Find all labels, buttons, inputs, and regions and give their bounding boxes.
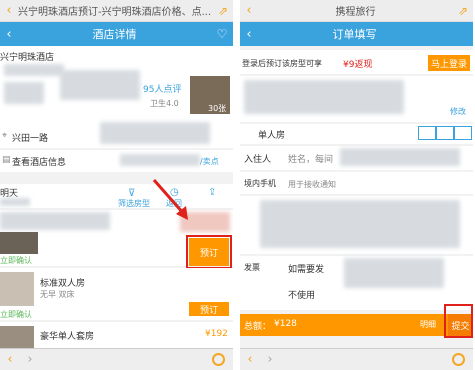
invoice-need: 如需要发 bbox=[288, 265, 325, 275]
invoice-none[interactable]: 不使用 bbox=[288, 288, 315, 301]
instant-confirm-tag: 立即确认 bbox=[0, 256, 32, 265]
browser-forward-icon[interactable]: › bbox=[260, 352, 280, 367]
room-count-field[interactable] bbox=[454, 126, 472, 140]
external-link-icon[interactable]: ⇗ bbox=[453, 4, 473, 18]
hotel-name: 兴宁明珠酒店 bbox=[0, 53, 55, 63]
price-detail-link[interactable]: 明细 bbox=[420, 319, 436, 330]
guest-label: 入住人 bbox=[244, 155, 272, 165]
refresh-icon[interactable] bbox=[212, 353, 225, 366]
blurred-guest bbox=[340, 148, 460, 166]
hotel-detail-screen: ‹ 兴宁明珠酒店预订-兴宁明珠酒店价格、点... ⇗ ‹ 酒店详情 ♡ 兴宁明珠… bbox=[0, 0, 233, 370]
total-label: 总额： bbox=[244, 322, 272, 332]
browser-back-icon[interactable]: ‹ bbox=[0, 352, 20, 367]
room3-name: 豪华单人套房 bbox=[40, 332, 95, 342]
nav-back-icon[interactable]: ‹ bbox=[240, 27, 258, 42]
login-button[interactable]: 马上登录 bbox=[428, 55, 470, 71]
share-icon[interactable]: ⇪ bbox=[208, 187, 216, 198]
highlight-box bbox=[444, 304, 473, 338]
room-name: 单人房 bbox=[258, 131, 286, 141]
instant-confirm-tag-2: 立即确认 bbox=[0, 310, 32, 319]
room2-name: 标准双人房 bbox=[40, 279, 86, 289]
room2-detail: 无早 双床 bbox=[40, 290, 75, 299]
guest-input[interactable]: 姓名，每间 bbox=[288, 152, 333, 165]
order-form-screen: ‹ 携程旅行 ⇗ ‹ 订单填写 登录后预订该房型可享 ¥9返现 马上登录 修改 … bbox=[240, 0, 473, 370]
browser-forward-icon[interactable]: › bbox=[20, 352, 40, 367]
phone-label: 境内手机 bbox=[244, 179, 276, 188]
page-title: 携程旅行 bbox=[335, 7, 376, 18]
decrease-rooms-button[interactable] bbox=[418, 126, 436, 140]
blurred-text bbox=[4, 82, 44, 104]
facilities-link[interactable]: /卖点 bbox=[200, 156, 219, 167]
book-button-2[interactable]: 预订 bbox=[189, 302, 229, 316]
login-promo-amount: ¥9返现 bbox=[343, 60, 373, 70]
blurred-date bbox=[0, 198, 30, 206]
blurred-map bbox=[100, 122, 210, 144]
hotel-nav-bar: ‹ 酒店详情 ♡ bbox=[0, 22, 233, 46]
room-item-3 bbox=[0, 322, 233, 348]
nav-title: 酒店详情 bbox=[92, 28, 137, 41]
back-chevron-icon[interactable]: ‹ bbox=[0, 3, 18, 18]
blurred-extras bbox=[260, 200, 460, 248]
panel-divider bbox=[233, 0, 240, 370]
address-text: 兴田一路 bbox=[12, 134, 49, 144]
reviews-count[interactable]: 95人点评 bbox=[143, 82, 181, 95]
total-amount: ¥128 bbox=[274, 319, 297, 329]
increase-rooms-button[interactable] bbox=[436, 126, 454, 140]
external-link-icon[interactable]: ⇗ bbox=[213, 4, 233, 18]
phone-input[interactable]: 用于接收通知 bbox=[288, 179, 336, 190]
blurred-room-summary bbox=[244, 80, 404, 114]
nav-back-icon[interactable]: ‹ bbox=[0, 27, 18, 42]
blurred-room-name bbox=[0, 212, 110, 230]
location-icon: ⌖ bbox=[2, 131, 8, 141]
room3-price: ¥192 bbox=[205, 329, 228, 339]
nav-title: 订单填写 bbox=[332, 28, 377, 41]
modify-link[interactable]: 修改 bbox=[450, 106, 466, 117]
browser-title-bar: ‹ 兴宁明珠酒店预订-兴宁明珠酒店价格、点... ⇗ bbox=[0, 0, 233, 22]
highlight-box bbox=[186, 235, 232, 269]
browser-title-bar: ‹ 携程旅行 ⇗ bbox=[240, 0, 473, 22]
room2-photo[interactable] bbox=[0, 272, 34, 306]
photo-count: 30张 bbox=[208, 104, 227, 113]
filter-room-label[interactable]: 筛选房型 bbox=[118, 198, 150, 209]
room3-photo[interactable] bbox=[0, 326, 34, 348]
red-arrow-icon bbox=[152, 179, 188, 220]
hygiene-score: 卫生4.0 bbox=[150, 99, 179, 108]
room-photo[interactable] bbox=[0, 232, 38, 254]
login-promo-text: 登录后预订该房型可享 bbox=[242, 59, 322, 68]
blurred-facility-icons bbox=[120, 154, 200, 166]
blurred-invoice bbox=[344, 258, 444, 288]
browser-back-icon[interactable]: ‹ bbox=[240, 352, 260, 367]
filter-bar bbox=[0, 184, 233, 208]
blurred-text bbox=[60, 70, 140, 100]
page-title: 兴宁明珠酒店预订-兴宁明珠酒店价格、点... bbox=[18, 7, 212, 18]
refresh-icon[interactable] bbox=[452, 353, 465, 366]
view-info-label: 查看酒店信息 bbox=[12, 158, 67, 168]
browser-bottom-bar: ‹ › bbox=[240, 348, 473, 370]
invoice-label: 发票 bbox=[244, 263, 260, 272]
favorite-heart-icon[interactable]: ♡ bbox=[211, 27, 233, 41]
browser-bottom-bar: ‹ › bbox=[0, 348, 233, 370]
info-icon: ▤ bbox=[2, 155, 11, 165]
blurred-rating bbox=[4, 64, 64, 76]
back-chevron-icon[interactable]: ‹ bbox=[240, 3, 258, 18]
order-nav-bar: ‹ 订单填写 bbox=[240, 22, 473, 46]
